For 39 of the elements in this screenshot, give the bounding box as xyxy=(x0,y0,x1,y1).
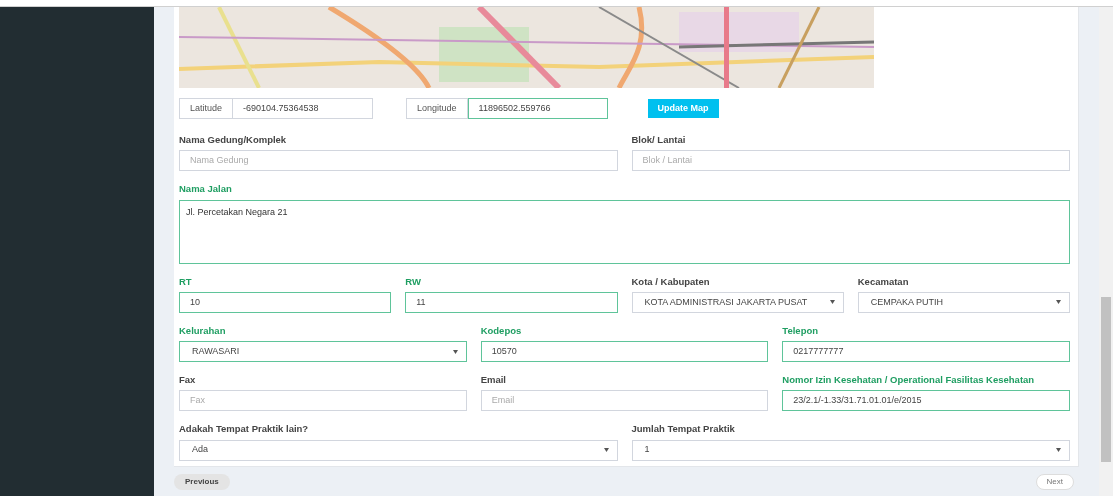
input-field[interactable]: 23/2.1/-1.33/31.71.01.01/e/2015 xyxy=(782,390,1070,412)
field-label: Email xyxy=(480,373,507,387)
field-label: Telepon xyxy=(782,323,820,338)
field-label: Longitude xyxy=(406,98,468,119)
field-label: Jumlah Tempat Praktik xyxy=(631,422,736,437)
caret-icon xyxy=(452,349,458,354)
field-label: Kelurahan xyxy=(179,323,227,338)
input-field[interactable]: -690104.75364538 xyxy=(233,98,374,119)
select-field[interactable]: KOTA ADMINISTRASI JAKARTA PUSAT xyxy=(631,291,844,313)
input-field[interactable]: 10570 xyxy=(480,341,769,362)
caret-icon xyxy=(1056,300,1061,305)
field-label: Fax xyxy=(179,373,197,387)
field-label: Nama Gedung/Komplek xyxy=(179,133,288,147)
caret-icon xyxy=(603,448,609,452)
previous-button[interactable]: Previous xyxy=(174,473,230,490)
field-label: Latitude xyxy=(179,98,234,119)
field-label: Kodepos xyxy=(480,323,523,338)
field-label: Blok/ Lantai xyxy=(631,133,687,147)
next-button[interactable]: Next xyxy=(1035,473,1074,490)
text-area[interactable]: Jl. Percetakan Negara 21 xyxy=(179,199,1070,264)
caret-icon xyxy=(1056,448,1061,452)
input-field[interactable]: 11896502.559766 xyxy=(467,98,608,119)
field-label: RT xyxy=(179,274,193,289)
select-field[interactable]: 1 xyxy=(631,439,1070,461)
caret-icon xyxy=(829,300,835,305)
field-label: Nomor Izin Kesehatan / Operational Fasilitas Kesehatan xyxy=(782,373,1036,387)
select-field[interactable]: CEMPAKA PUTIH xyxy=(857,291,1070,313)
select-field[interactable]: Ada xyxy=(179,439,618,461)
input-field[interactable]: 0217777777 xyxy=(782,341,1070,362)
field-label: Kecamatan xyxy=(857,274,910,289)
scrollbar[interactable] xyxy=(1099,7,1113,496)
input-field[interactable]: 10 xyxy=(179,291,392,313)
scrollbar-thumb[interactable] xyxy=(1101,297,1111,462)
field-label: Adakah Tempat Praktik lain? xyxy=(179,422,310,437)
select-field[interactable]: RAWASARI xyxy=(179,341,467,362)
field-label: Nama Jalan xyxy=(179,182,233,197)
field-label: RW xyxy=(405,274,422,289)
field-label: Kota / Kabupaten xyxy=(631,274,711,289)
input-field[interactable]: 11 xyxy=(405,291,618,313)
